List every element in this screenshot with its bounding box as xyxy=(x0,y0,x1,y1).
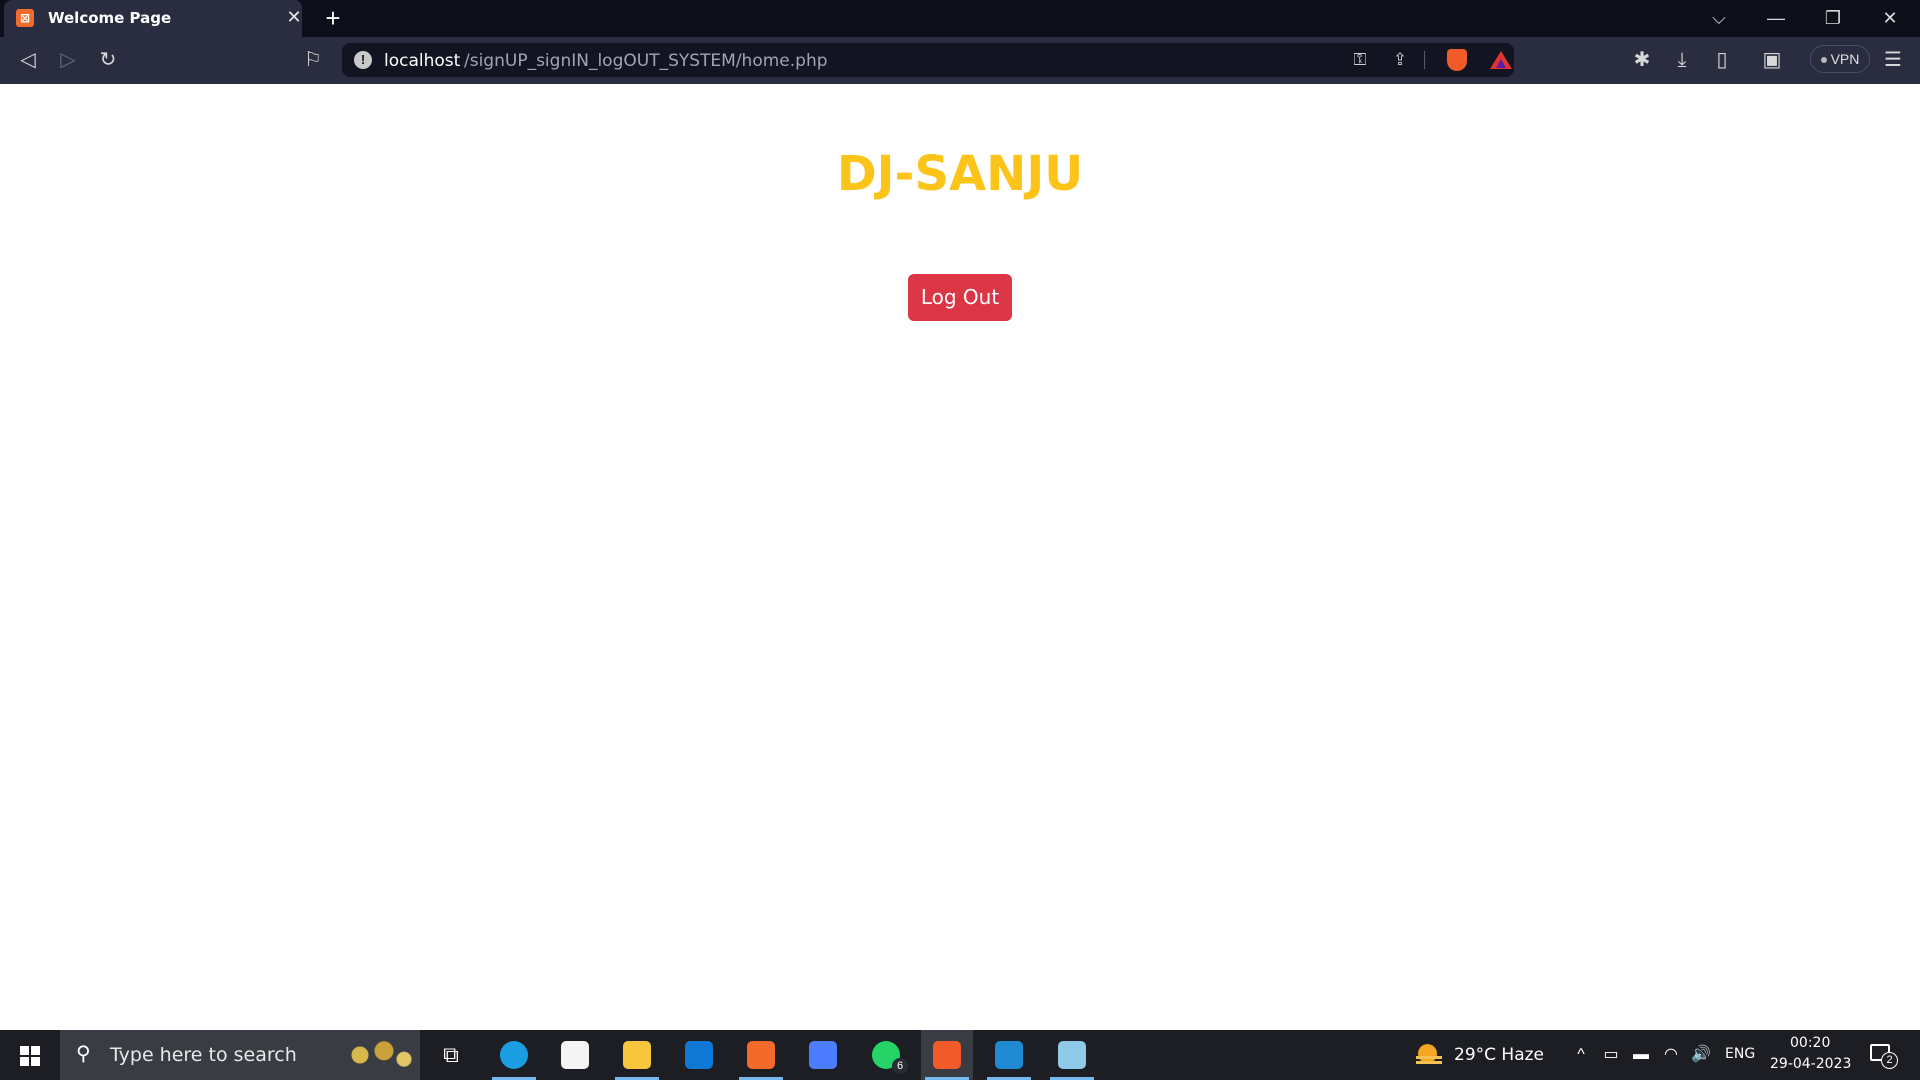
notification-center-button[interactable]: 2 xyxy=(1868,1040,1898,1070)
wallet-icon[interactable]: ▣ xyxy=(1757,45,1787,75)
tab-search-icon[interactable]: ⌵ xyxy=(1705,3,1733,33)
tab-close-icon[interactable]: ✕ xyxy=(284,7,304,27)
vscode-icon xyxy=(995,1041,1023,1069)
microsoft-store-icon xyxy=(561,1041,589,1069)
close-window-button[interactable]: ✕ xyxy=(1876,3,1904,33)
brave-shields-icon[interactable] xyxy=(1447,49,1467,71)
address-bar-divider xyxy=(1424,51,1425,69)
site-info-icon[interactable]: ! xyxy=(354,51,372,69)
windows-logo-icon xyxy=(20,1046,40,1066)
taskbar-search[interactable]: ⚲ Type here to search xyxy=(60,1030,420,1080)
vpn-label: VPN xyxy=(1830,51,1860,67)
xampp-icon: ⊠ xyxy=(16,9,34,27)
search-placeholder: Type here to search xyxy=(110,1044,297,1066)
tab-title: Welcome Page xyxy=(48,9,172,27)
taskbar-app-power-automate[interactable] xyxy=(797,1030,849,1080)
new-tab-button[interactable]: + xyxy=(322,5,344,31)
clock-date[interactable]: 29-04-2023 xyxy=(1770,1056,1851,1072)
taskbar-app-brave[interactable] xyxy=(921,1030,973,1080)
weather-icon[interactable] xyxy=(1414,1041,1444,1069)
taskbar-app-xampp[interactable] xyxy=(735,1030,787,1080)
notepad-icon xyxy=(1058,1041,1086,1069)
taskbar-app-whatsapp[interactable]: 6 xyxy=(860,1030,912,1080)
extensions-icon[interactable]: ✱ xyxy=(1627,45,1657,75)
sidebar-icon[interactable]: ▯ xyxy=(1707,45,1737,75)
logout-button[interactable]: Log Out xyxy=(908,274,1012,321)
search-icon: ⚲ xyxy=(76,1043,91,1065)
taskbar-app-vscode[interactable] xyxy=(983,1030,1035,1080)
search-highlight-image xyxy=(336,1034,416,1076)
brave-icon xyxy=(933,1041,961,1069)
meet-now-icon[interactable]: ▭ xyxy=(1600,1044,1622,1066)
browser-toolbar: ◁ ▷ ↻ ⚐ ! localhost /signUP_signIN_logOU… xyxy=(0,37,1920,84)
key-icon[interactable]: ⚿ xyxy=(1348,48,1372,72)
windows-taskbar: ⚲ Type here to search ⧉ 6 29°C Haze ^ ▭ ▬… xyxy=(0,1030,1920,1080)
page-viewport: DJ-SANJU Log Out xyxy=(0,84,1920,1030)
start-button[interactable] xyxy=(0,1030,60,1080)
share-icon[interactable]: ⇪ xyxy=(1388,48,1412,72)
clock-time[interactable]: 00:20 xyxy=(1790,1035,1830,1051)
notification-count: 2 xyxy=(1881,1052,1898,1069)
forward-button[interactable]: ▷ xyxy=(53,45,83,75)
taskbar-app-task-view[interactable]: ⧉ xyxy=(425,1030,477,1080)
file-explorer-icon xyxy=(623,1041,651,1069)
back-button[interactable]: ◁ xyxy=(13,45,43,75)
mail-icon xyxy=(685,1041,713,1069)
whatsapp-unread-badge: 6 xyxy=(892,1058,908,1074)
show-hidden-icons[interactable]: ^ xyxy=(1570,1044,1592,1066)
page-title: DJ-SANJU xyxy=(836,146,1084,202)
downloads-icon[interactable]: ⤓ xyxy=(1667,45,1697,75)
browser-tab-strip: ⊠ Welcome Page ✕ + ⌵ — ❐ ✕ xyxy=(0,0,1920,37)
restore-button[interactable]: ❐ xyxy=(1819,3,1847,33)
taskbar-app-notepad[interactable] xyxy=(1046,1030,1098,1080)
power-automate-icon xyxy=(809,1041,837,1069)
brave-rewards-icon[interactable] xyxy=(1490,51,1512,69)
weather-text[interactable]: 29°C Haze xyxy=(1454,1045,1544,1065)
vpn-button[interactable]: VPN xyxy=(1810,45,1870,73)
minimize-button[interactable]: — xyxy=(1762,3,1790,33)
address-bar[interactable]: ! localhost /signUP_signIN_logOUT_SYSTEM… xyxy=(342,43,1514,77)
language-indicator[interactable]: ENG xyxy=(1725,1046,1755,1062)
battery-icon[interactable]: ▬ xyxy=(1630,1044,1652,1066)
tab-welcome-page[interactable]: ⊠ Welcome Page ✕ xyxy=(4,0,302,37)
xampp-icon xyxy=(747,1041,775,1069)
reload-button[interactable]: ↻ xyxy=(93,45,123,75)
taskbar-app-file-explorer[interactable] xyxy=(611,1030,663,1080)
vpn-status-dot xyxy=(1820,57,1827,64)
task-view-icon: ⧉ xyxy=(443,1042,459,1067)
bookmark-icon[interactable]: ⚐ xyxy=(298,45,328,75)
volume-icon[interactable]: 🔊 xyxy=(1690,1044,1712,1066)
url-path: /signUP_signIN_logOUT_SYSTEM/home.php xyxy=(464,51,828,71)
url-host: localhost xyxy=(384,51,461,71)
menu-icon[interactable]: ☰ xyxy=(1878,45,1908,75)
taskbar-app-microsoft-store[interactable] xyxy=(549,1030,601,1080)
taskbar-app-edge[interactable] xyxy=(488,1030,540,1080)
wifi-icon[interactable]: ◠ xyxy=(1660,1044,1682,1066)
edge-icon xyxy=(500,1041,528,1069)
taskbar-app-mail[interactable] xyxy=(673,1030,725,1080)
